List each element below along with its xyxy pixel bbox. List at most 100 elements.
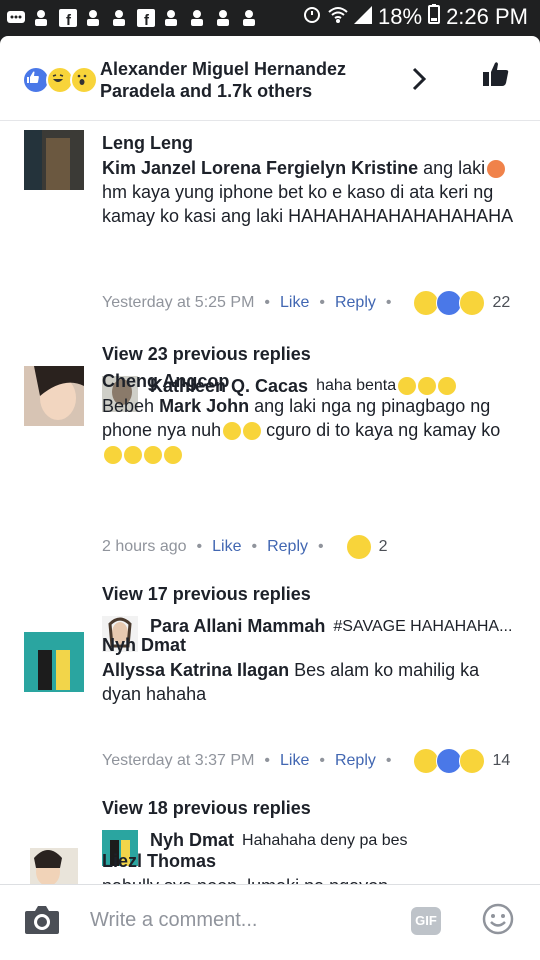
comment-meta: Yesterday at 5:25 PM • Like • Reply • 22: [102, 290, 510, 316]
comment-reactions[interactable]: 22: [413, 290, 510, 316]
reactions-header[interactable]: Alexander Miguel Hernandez Paradela and …: [0, 36, 540, 121]
facebook-icon: f: [136, 8, 156, 28]
laughing-emoji: [104, 446, 122, 465]
person-add-icon: [84, 8, 104, 28]
comment-author[interactable]: Nyh Dmat: [102, 635, 186, 656]
comment-composer: Write a comment... GIF: [0, 884, 540, 960]
person-add-icon: [32, 8, 52, 28]
reaction-count: 2: [378, 538, 388, 555]
reply-author[interactable]: Nyh Dmat: [150, 830, 234, 851]
comment-meta: Yesterday at 3:37 PM • Like • Reply • 14: [102, 748, 510, 774]
person-add-icon: [162, 8, 182, 28]
clock: 2:26 PM: [446, 4, 528, 29]
comment-author[interactable]: Leng Leng: [102, 133, 193, 154]
wifi-icon: [328, 4, 348, 30]
person-add-icon: [188, 8, 208, 28]
comment-author[interactable]: Liezl Thomas: [102, 851, 216, 872]
reply-text: haha benta: [316, 377, 457, 396]
notification-icons: f f: [6, 8, 260, 28]
comment-text-part: hm kaya yung iphone bet ko e kaso di ata…: [102, 182, 514, 226]
laughing-emoji: [144, 446, 162, 465]
separator-dot: •: [319, 294, 325, 311]
separator-dot: •: [251, 538, 258, 555]
reaction-count: 22: [492, 294, 511, 311]
avatar[interactable]: [24, 366, 84, 426]
avatar[interactable]: [24, 130, 84, 190]
laughing-emoji: [243, 422, 262, 441]
status-right: 18% 2:26 PM: [302, 4, 528, 30]
laughing-emoji: [124, 446, 142, 465]
comment-text-part: phone nya nuh: [102, 420, 222, 440]
person-add-icon: [240, 8, 260, 28]
haha-icon: [345, 534, 372, 560]
comment-time: Yesterday at 5:25 PM: [102, 294, 255, 311]
comment-text: Allyssa Katrina Ilagan Bes alam ko mahil…: [102, 658, 522, 706]
person-add-icon: [214, 8, 234, 28]
reply-text: Hahahaha deny pa bes: [242, 831, 408, 849]
like-button[interactable]: Like: [212, 538, 241, 556]
sticker-icon[interactable]: [482, 903, 514, 935]
separator-dot: •: [319, 752, 325, 769]
reply-button[interactable]: Reply: [335, 752, 376, 770]
reply-text-part: haha benta: [316, 377, 397, 395]
battery-percent: 18%: [378, 4, 423, 29]
gif-button[interactable]: GIF: [411, 907, 441, 935]
comment-text-part: Bes alam ko mahilig ka: [289, 660, 480, 680]
person-add-icon: [110, 8, 130, 28]
facebook-icon: f: [58, 8, 78, 28]
laughing-emoji: [418, 377, 437, 396]
laughing-emoji: [398, 377, 417, 396]
comment-text-part: Bebeh: [102, 396, 160, 416]
chevron-right-icon[interactable]: [406, 66, 432, 92]
reply-text: #SAVAGE HAHAHAHA...: [333, 617, 513, 635]
laughing-emoji: [164, 446, 182, 465]
mention[interactable]: Mark John: [159, 396, 249, 416]
mention[interactable]: Kim Janzel Lorena Fergielyn Kristine: [102, 158, 418, 178]
comment-reactions[interactable]: 14: [413, 748, 510, 774]
like-button[interactable]: Like: [280, 294, 309, 312]
status-bar: f f 18% 2:26 PM: [0, 0, 540, 36]
like-post-button[interactable]: [482, 60, 510, 88]
comment-time: 2 hours ago: [102, 538, 187, 555]
reply-author[interactable]: Para Allani Mammah: [150, 616, 325, 637]
laughing-emoji: [438, 377, 457, 396]
reply-item: Para Allani Mammah #SAVAGE HAHAHAHA...: [102, 616, 513, 652]
view-previous-replies[interactable]: View 18 previous replies: [102, 798, 311, 819]
comment-text: Bebeh Mark John ang laki nga ng pinagbag…: [102, 394, 522, 466]
like-button[interactable]: Like: [280, 752, 309, 770]
separator-dot: •: [264, 752, 270, 769]
separator-dot: •: [196, 538, 203, 555]
messages-icon: [6, 8, 26, 28]
sad-icon: [459, 748, 486, 774]
separator-dot: •: [318, 538, 324, 555]
reaction-summary[interactable]: [22, 66, 98, 94]
reactors-names[interactable]: Alexander Miguel Hernandez Paradela and …: [100, 58, 390, 102]
comment-text-part: dyan hahaha: [102, 684, 207, 704]
comment-meta: 2 hours ago • Like • Reply • 2: [102, 534, 388, 560]
separator-dot: •: [385, 294, 392, 311]
comment-author[interactable]: Cheng Angcop: [102, 371, 229, 392]
avatar[interactable]: [30, 848, 78, 886]
signal-icon: [354, 4, 373, 30]
mention[interactable]: Allyssa Katrina Ilagan: [102, 660, 289, 680]
reaction-count: 14: [492, 752, 511, 769]
comment-input[interactable]: Write a comment...: [90, 909, 257, 932]
battery-icon: [428, 4, 441, 30]
view-previous-replies[interactable]: View 23 previous replies: [102, 344, 311, 365]
comment-text-part: cguro di to kaya ng kamay ko: [261, 420, 501, 440]
comments-panel: Alexander Miguel Hernandez Paradela and …: [0, 36, 540, 960]
reply-button[interactable]: Reply: [267, 538, 308, 556]
separator-dot: •: [264, 294, 270, 311]
wow-icon: [70, 66, 98, 94]
camera-icon[interactable]: [24, 905, 60, 935]
comment-text-part: ang laki nga ng pinagbago ng: [249, 396, 491, 416]
comment-text: Kim Janzel Lorena Fergielyn Kristine ang…: [102, 156, 522, 228]
wow-icon: [459, 290, 486, 316]
heart-eyes-emoji: [487, 160, 506, 179]
comment-time: Yesterday at 3:37 PM: [102, 752, 255, 769]
view-previous-replies[interactable]: View 17 previous replies: [102, 584, 311, 605]
comment-reactions[interactable]: 2: [345, 534, 388, 560]
avatar[interactable]: [24, 632, 84, 692]
reply-button[interactable]: Reply: [335, 294, 376, 312]
comment-text-part: ang laki: [418, 158, 486, 178]
